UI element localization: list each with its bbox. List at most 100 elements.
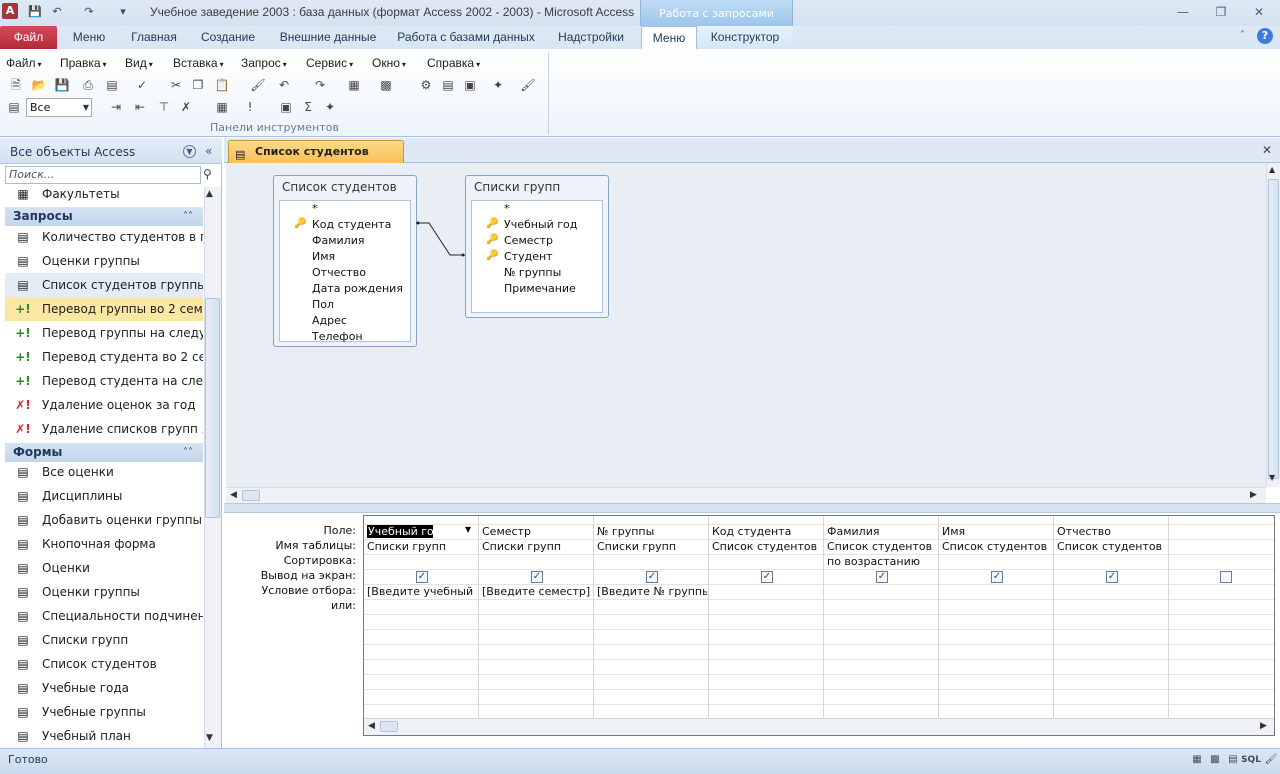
save-db-icon[interactable]: 💾: [54, 77, 70, 93]
menu-insert[interactable]: Вставка ▾: [173, 56, 224, 70]
nav-search-input[interactable]: Поиск...: [5, 166, 201, 184]
table-box-students[interactable]: Список студентов * 🔑 Код студента Фамили…: [273, 175, 417, 347]
office-links-icon[interactable]: ▦: [346, 77, 362, 93]
grid-table-cell[interactable]: Списки групп: [597, 540, 676, 553]
tab-database-tools[interactable]: Работа с базами данных: [392, 26, 540, 49]
insert-rows-icon[interactable]: ⇥: [108, 99, 124, 115]
tab-home[interactable]: Главная: [122, 26, 186, 49]
redo-toolbar-icon[interactable]: ↷: [312, 77, 328, 93]
new-object-icon[interactable]: ✦: [490, 77, 506, 93]
delete-rows-icon[interactable]: ⇤: [132, 99, 148, 115]
delete-columns-icon[interactable]: ✗: [178, 99, 194, 115]
show-checkbox[interactable]: ✓: [1106, 571, 1118, 583]
totals-icon[interactable]: Σ: [300, 99, 316, 115]
pivot-table-view-icon[interactable]: ▩: [1206, 752, 1224, 768]
table-box-group-lists[interactable]: Списки групп * 🔑 Учебный год 🔑 Семестр 🔑…: [465, 175, 609, 318]
list-item[interactable]: ▤ Учебные группы: [5, 700, 203, 724]
chevron-down-icon[interactable]: ▼: [465, 525, 471, 534]
properties-icon[interactable]: ▤: [440, 77, 456, 93]
print-preview-icon[interactable]: ▤: [104, 77, 120, 93]
sql-view-button[interactable]: SQL: [1241, 752, 1261, 768]
pivot-chart-view-icon[interactable]: ▤: [1224, 752, 1242, 768]
field-item[interactable]: Адрес: [312, 314, 347, 327]
insert-columns-icon[interactable]: ⊤: [156, 99, 172, 115]
scroll-down-icon[interactable]: ▼: [1269, 473, 1275, 482]
grid-field-cell[interactable]: Учебный год: [367, 525, 433, 538]
code-icon[interactable]: ▣: [462, 77, 478, 93]
collapse-ribbon-icon[interactable]: ˄: [1240, 30, 1245, 41]
customize-quick-access-icon[interactable]: ▾: [116, 5, 130, 19]
grid-field-cell[interactable]: № группы: [597, 525, 654, 538]
print-icon[interactable]: ⎙: [80, 77, 96, 93]
undo-icon[interactable]: ↶: [50, 5, 64, 19]
nav-scroll-thumb[interactable]: [205, 298, 220, 518]
analyze-icon[interactable]: ▩: [378, 77, 394, 93]
list-item[interactable]: ✗! Удаление оценок за год: [5, 393, 203, 417]
scroll-up-icon[interactable]: ▲: [206, 189, 213, 199]
datasheet-view-icon[interactable]: ▦: [1188, 752, 1206, 768]
list-item[interactable]: ▤ Список студентов группы: [5, 273, 203, 297]
tab-file[interactable]: Файл: [0, 26, 57, 49]
menu-view[interactable]: Вид ▾: [125, 56, 153, 70]
field-item[interactable]: Телефон: [312, 330, 363, 342]
show-checkbox[interactable]: ✓: [531, 571, 543, 583]
search-icon[interactable]: ⚲: [203, 167, 212, 181]
tab-designer[interactable]: Конструктор: [698, 26, 792, 49]
design-icon[interactable]: 🖌: [520, 77, 536, 93]
grid-table-cell[interactable]: Список студентов: [1057, 540, 1162, 553]
show-table-icon[interactable]: ▦: [214, 99, 230, 115]
list-item[interactable]: ▤ Списки групп: [5, 628, 203, 652]
list-item[interactable]: ✗! Удаление списков групп за...: [5, 417, 203, 441]
paste-icon[interactable]: 📋: [214, 77, 230, 93]
tab-create[interactable]: Создание: [192, 26, 264, 49]
diagram-vertical-scrollbar[interactable]: ▲ ▼: [1266, 163, 1280, 487]
menu-window[interactable]: Окно ▾: [372, 56, 406, 70]
list-item[interactable]: ▤ Кнопочная форма: [5, 532, 203, 556]
minimize-button[interactable]: —: [1170, 3, 1196, 21]
design-view-icon[interactable]: 🖌: [1262, 752, 1280, 768]
scroll-right-icon[interactable]: ▶: [1250, 490, 1257, 500]
field-item[interactable]: *: [312, 202, 318, 215]
query-design-grid[interactable]: Учебный год ▼ Списки групп ✓ [Введите уч…: [363, 515, 1275, 736]
new-icon[interactable]: 🗎: [8, 77, 24, 93]
grid-field-cell[interactable]: Имя: [942, 525, 965, 538]
show-checkbox[interactable]: ✓: [646, 571, 658, 583]
tab-menu-1[interactable]: Меню: [62, 26, 116, 49]
nav-pane-title[interactable]: Все объекты Access: [10, 145, 135, 159]
grid-sort-cell[interactable]: по возрастанию: [827, 555, 920, 568]
collapse-nav-icon[interactable]: «: [205, 144, 212, 158]
grid-table-cell[interactable]: Список студентов: [942, 540, 1047, 553]
scroll-down-icon[interactable]: ▼: [206, 733, 213, 743]
diagram-vscroll-thumb[interactable]: [1268, 179, 1279, 479]
access-app-icon[interactable]: A: [2, 3, 18, 19]
scroll-up-icon[interactable]: ▲: [1269, 165, 1275, 174]
pane-splitter[interactable]: [224, 503, 1280, 513]
show-checkbox[interactable]: ✓: [761, 571, 773, 583]
relationship-line[interactable]: [413, 218, 469, 260]
tab-menu-active[interactable]: Меню: [641, 26, 697, 50]
list-item[interactable]: +! Перевод студента во 2 сем...: [5, 345, 203, 369]
diagram-hscroll-thumb[interactable]: [242, 490, 260, 501]
list-item[interactable]: ▤ Оценки группы: [5, 580, 203, 604]
list-item[interactable]: ▤ Оценки: [5, 556, 203, 580]
grid-field-cell[interactable]: Семестр: [482, 525, 531, 538]
field-item[interactable]: Учебный год: [504, 218, 577, 231]
field-item[interactable]: Фамилия: [312, 234, 364, 247]
build-wand-icon[interactable]: ✦: [322, 99, 338, 115]
show-checkbox[interactable]: ✓: [991, 571, 1003, 583]
grid-table-cell[interactable]: Список студентов: [827, 540, 932, 553]
grid-field-cell[interactable]: Фамилия: [827, 525, 879, 538]
field-item[interactable]: Отчество: [312, 266, 366, 279]
list-item[interactable]: +! Перевод студента на следу...: [5, 369, 203, 393]
grid-table-cell[interactable]: Списки групп: [367, 540, 446, 553]
close-window-button[interactable]: ✕: [1246, 3, 1272, 21]
menu-help[interactable]: Справка ▾: [427, 56, 480, 70]
grid-criteria-cell[interactable]: [Введите № группы]: [597, 585, 707, 598]
scroll-left-icon[interactable]: ◀: [368, 721, 375, 731]
grid-field-cell[interactable]: Отчество: [1057, 525, 1111, 538]
builder-icon[interactable]: ▣: [278, 99, 294, 115]
field-item[interactable]: Код студента: [312, 218, 391, 231]
help-icon[interactable]: ?: [1257, 28, 1273, 44]
field-item[interactable]: № группы: [504, 266, 561, 279]
list-item[interactable]: ▤ Учебный план: [5, 724, 203, 748]
